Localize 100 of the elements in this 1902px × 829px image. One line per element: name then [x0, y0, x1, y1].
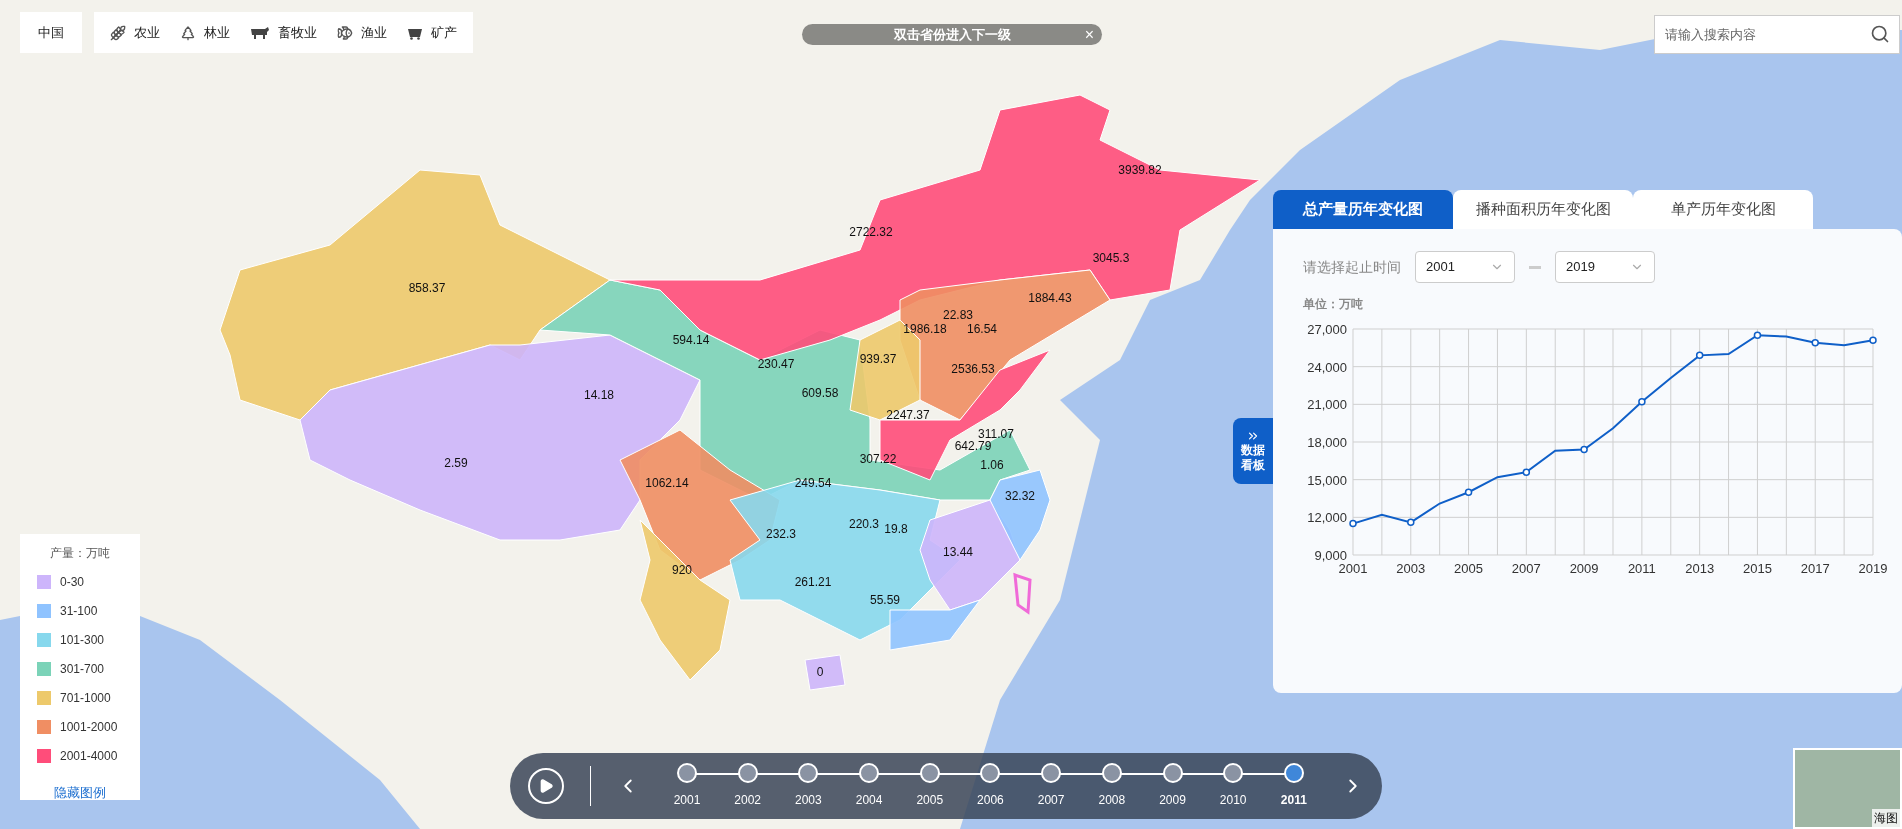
legend-label: 1001-2000 [60, 719, 118, 736]
axis-label: 18,000 [1307, 435, 1347, 450]
category-tab[interactable]: 林业 [180, 22, 230, 43]
axis-label: 9,000 [1314, 548, 1347, 563]
axis-label: 2011 [1627, 561, 1656, 576]
province-value: 19.8 [884, 523, 908, 535]
axis-label: 21,000 [1307, 397, 1347, 413]
axis-label: 2019 [1858, 561, 1888, 576]
legend-title: 产量：万吨 [50, 545, 110, 562]
legend-label: 2001-4000 [60, 748, 118, 765]
category-tab[interactable]: 渔业 [337, 22, 387, 43]
data-point [1869, 336, 1877, 345]
cow-icon [250, 25, 270, 40]
category-tab[interactable]: 矿产 [407, 22, 457, 43]
province-value: 609.58 [801, 387, 839, 399]
minimap-thumbnail[interactable]: 海图 [1793, 748, 1902, 829]
province-value: 1884.43 [1028, 292, 1072, 304]
timeline-year[interactable]: 2011 [1263, 763, 1324, 809]
play-button[interactable] [528, 768, 564, 804]
axis-label: 2015 [1743, 561, 1772, 576]
chart-tab[interactable]: 总产量历年变化图 [1273, 190, 1453, 229]
data-point [1638, 398, 1646, 406]
notice-text: 双击省份进入下一级 [893, 25, 1011, 44]
axis-label: 12,000 [1307, 510, 1347, 526]
tree-icon [180, 24, 196, 41]
axis-label: 2001 [1338, 561, 1368, 576]
province-value: 1062.14 [645, 477, 689, 489]
province-value: 2.59 [444, 457, 468, 469]
timeline-year[interactable]: 2003 [778, 763, 839, 809]
province-value: 307.22 [859, 453, 897, 465]
province-value: 2536.53 [951, 363, 995, 375]
legend-label: 0-30 [60, 574, 85, 591]
province-value: 0 [816, 666, 824, 678]
chart-tab[interactable]: 播种面积历年变化图 [1453, 190, 1633, 229]
province-value: 311.07 [978, 428, 1014, 440]
timeline-year[interactable]: 2001 [657, 763, 717, 809]
timeline-year[interactable]: 2002 [717, 763, 778, 809]
province-value: 920 [672, 564, 692, 576]
axis-label: 2007 [1511, 561, 1541, 576]
category-tab[interactable]: 农业 [110, 22, 160, 43]
axis-label: 2017 [1800, 561, 1830, 576]
data-point [1464, 488, 1473, 496]
start-year-select[interactable]: 2001 [1415, 251, 1515, 283]
axis-label: 27,000 [1307, 322, 1347, 337]
data-point [1811, 339, 1819, 347]
timeline-year[interactable]: 2006 [960, 763, 1021, 809]
timeline-year[interactable]: 2010 [1203, 763, 1264, 809]
category-tab[interactable]: 畜牧业 [250, 22, 317, 43]
data-point [1753, 331, 1762, 340]
axis-label: 2009 [1569, 561, 1599, 576]
fish-icon [337, 24, 353, 41]
legend-label: 301-700 [60, 661, 105, 678]
province-value: 3045.3 [1092, 252, 1130, 264]
minimap-label: 海图 [1872, 809, 1900, 827]
double-chevron-icon [1246, 429, 1260, 443]
timeline-year[interactable]: 2005 [899, 763, 960, 809]
range-label: 请选择起止时间 [1303, 257, 1401, 277]
province-value: 261.21 [794, 576, 832, 588]
unit-label: 单位：万吨 [1303, 296, 1364, 313]
legend-label: 31-100 [60, 603, 98, 620]
province-value: 642.79 [954, 440, 992, 452]
province-value: 230.47 [757, 358, 795, 370]
timeline-year[interactable]: 2008 [1081, 763, 1142, 809]
legend-label: 701-1000 [60, 690, 111, 707]
data-point [1522, 468, 1531, 476]
province-value: 249.54 [794, 477, 832, 489]
end-year-select[interactable]: 2019 [1555, 251, 1655, 283]
timeline-year[interactable]: 2004 [839, 763, 900, 809]
region-button[interactable]: 中国 [20, 12, 82, 53]
data-point [1349, 519, 1357, 528]
axis-label: 2013 [1685, 561, 1715, 576]
province-value: 13.44 [943, 546, 973, 558]
wheat-icon [110, 24, 126, 41]
province-value: 55.59 [870, 594, 900, 606]
chart-tab[interactable]: 单产历年变化图 [1633, 190, 1813, 229]
province-value: 594.14 [672, 334, 710, 346]
province-value: 3939.82 [1118, 164, 1162, 176]
timeline-year[interactable]: 2007 [1021, 763, 1082, 809]
axis-label: 2005 [1454, 561, 1483, 576]
province-value: 16.54 [967, 323, 997, 335]
province-value: 2247.37 [886, 409, 930, 421]
axis-label: 15,000 [1307, 472, 1347, 488]
data-board-toggle[interactable]: 数据看板 [1233, 418, 1273, 484]
province-value: 858.37 [408, 282, 446, 294]
province-value: 232.3 [766, 528, 796, 540]
data-point [1580, 445, 1588, 454]
axis-label: 24,000 [1307, 359, 1347, 375]
search-icon[interactable] [1870, 24, 1890, 44]
province-value: 939.37 [859, 353, 897, 365]
search-field[interactable]: 请输入搜索内容 [1654, 15, 1900, 54]
province-value: 32.32 [1005, 490, 1035, 502]
province-value: 22.83 [943, 309, 973, 321]
province-value: 14.18 [584, 389, 614, 401]
axis-label: 2003 [1396, 561, 1426, 576]
data-point [1407, 518, 1415, 527]
timeline-year[interactable]: 2009 [1142, 763, 1203, 809]
province-value: 220.3 [849, 518, 879, 530]
hide-legend-link[interactable]: 隐藏图例 [54, 783, 106, 803]
data-point [1695, 351, 1704, 360]
legend-label: 101-300 [60, 632, 105, 649]
